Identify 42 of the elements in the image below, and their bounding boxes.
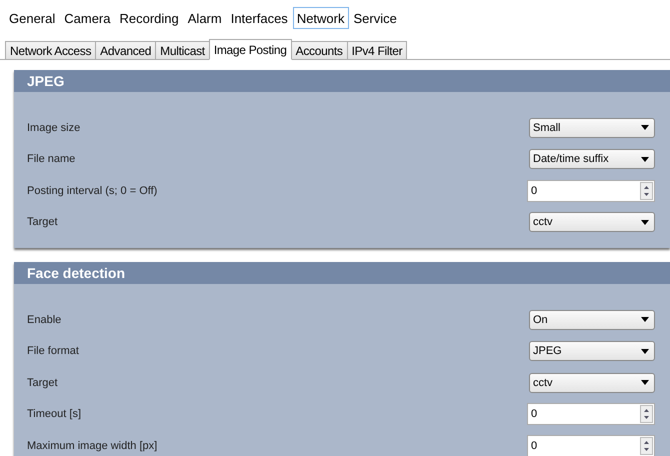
dropdown[interactable]: Date/time suffix: [529, 149, 655, 170]
spinner-icon[interactable]: [640, 405, 653, 424]
caret-icon: [641, 317, 649, 322]
section-title: JPEG: [14, 70, 670, 92]
dropdown[interactable]: cctv: [529, 212, 655, 232]
field-label: Timeout [s]: [27, 408, 81, 420]
field-label: Target: [27, 376, 58, 389]
field-label: Image size: [27, 122, 80, 134]
tab[interactable]: Advanced: [95, 41, 156, 59]
tab[interactable]: Multicast: [155, 41, 210, 59]
caret-icon: [641, 380, 649, 386]
menu-tab[interactable]: Recording: [116, 7, 183, 29]
tab[interactable]: Accounts: [290, 41, 348, 59]
menu-tab[interactable]: Interfaces: [226, 7, 292, 29]
dropdown[interactable]: Small: [529, 118, 655, 138]
dropdown[interactable]: JPEG: [529, 341, 655, 362]
menu-tab[interactable]: Camera: [60, 7, 114, 29]
tab[interactable]: Image Posting: [208, 39, 292, 60]
section-title: Face detection: [14, 262, 670, 284]
spinner-icon[interactable]: [640, 182, 653, 200]
field-label: Posting interval (s; 0 = Off): [27, 184, 158, 197]
dropdown[interactable]: cctv: [529, 372, 655, 393]
number-field[interactable]: 0: [527, 180, 655, 202]
caret-icon: [641, 125, 649, 130]
number-field[interactable]: 0: [527, 403, 655, 426]
number-field[interactable]: 0: [527, 434, 655, 456]
field-label: Maximum image width [px]: [27, 440, 158, 452]
caret-icon: [641, 220, 649, 225]
tab[interactable]: Network Access: [5, 41, 96, 59]
caret-icon: [641, 348, 649, 354]
field-label: Enable: [27, 314, 62, 326]
field-label: File name: [27, 153, 76, 166]
menu-tab[interactable]: Network: [292, 7, 348, 29]
menu-tab[interactable]: General: [5, 7, 60, 29]
menu-tab[interactable]: Service: [350, 7, 401, 29]
field-label: File format: [27, 345, 79, 358]
dropdown[interactable]: On: [529, 310, 655, 330]
menu-tab[interactable]: Alarm: [184, 7, 226, 29]
tab[interactable]: IPv4 Filter: [346, 41, 408, 59]
field-label: Target: [27, 216, 58, 228]
caret-icon: [641, 156, 649, 162]
spinner-icon[interactable]: [640, 436, 653, 455]
